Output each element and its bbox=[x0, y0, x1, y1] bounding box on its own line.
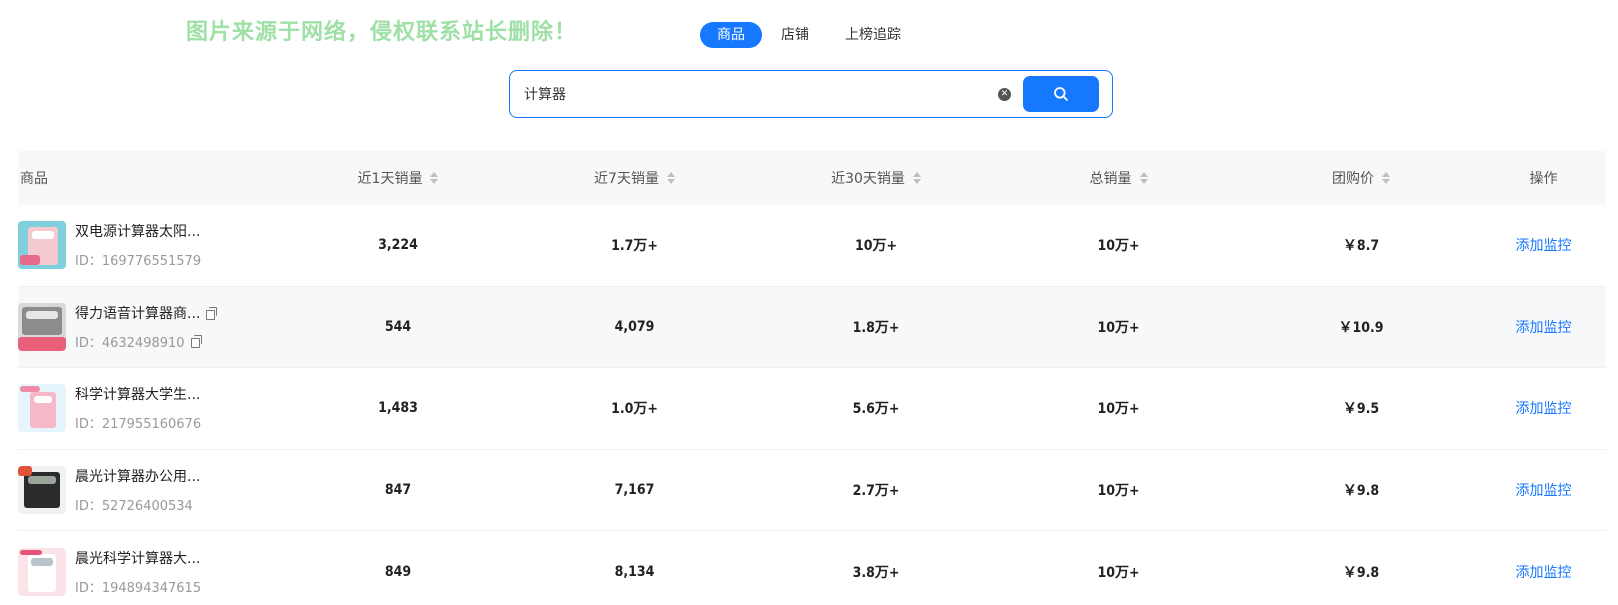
header-total-sales[interactable]: 总销量 bbox=[996, 151, 1241, 205]
product-id: ID：194894347615 bbox=[75, 580, 202, 596]
day1-sales: 1,483 bbox=[378, 400, 418, 417]
header-day7-sales[interactable]: 近7天销量 bbox=[513, 151, 756, 205]
day7-sales: 1.7万+ bbox=[611, 238, 658, 255]
product-thumbnail[interactable] bbox=[18, 384, 66, 433]
sort-icon[interactable] bbox=[912, 171, 921, 185]
product-cell: 晨光科学计算器大... ID：194894347615 bbox=[18, 531, 283, 605]
search-button[interactable] bbox=[1023, 76, 1099, 112]
search-icon bbox=[1054, 87, 1068, 101]
header-operation: 操作 bbox=[1529, 171, 1558, 187]
add-monitor-link[interactable]: 添加监控 bbox=[1516, 317, 1572, 337]
group-price: ￥9.8 bbox=[1342, 482, 1380, 499]
header-day30-sales[interactable]: 近30天销量 bbox=[756, 151, 996, 205]
total-sales: 10万+ bbox=[1097, 238, 1140, 255]
group-price: ￥9.5 bbox=[1342, 401, 1380, 418]
table-row: 双电源计算器太阳... ID：169776551579 3,224 1.7万+ … bbox=[18, 205, 1606, 287]
watermark-text: 图片来源于网络，侵权联系站长删除！ bbox=[186, 20, 578, 45]
product-name[interactable]: 科学计算器大学生... bbox=[75, 384, 201, 404]
product-id: ID：52726400534 bbox=[75, 498, 193, 514]
copy-icon[interactable] bbox=[190, 335, 202, 349]
add-monitor-link[interactable]: 添加监控 bbox=[1516, 235, 1572, 255]
product-id: ID：169776551579 bbox=[75, 254, 202, 270]
product-thumbnail[interactable] bbox=[18, 465, 66, 514]
product-cell: 晨光计算器办公用... ID：52726400534 bbox=[18, 450, 283, 531]
product-id: ID：217955160676 bbox=[75, 417, 202, 433]
day7-sales: 7,167 bbox=[614, 481, 655, 498]
header-product: 商品 bbox=[20, 171, 48, 187]
add-monitor-link[interactable]: 添加监控 bbox=[1516, 480, 1572, 500]
add-monitor-link[interactable]: 添加监控 bbox=[1516, 398, 1572, 418]
close-circle-icon[interactable]: ✕ bbox=[998, 88, 1011, 101]
day30-sales: 1.8万+ bbox=[852, 319, 900, 336]
sort-icon[interactable] bbox=[430, 171, 439, 185]
product-name[interactable]: 得力语音计算器商... bbox=[75, 303, 200, 323]
group-price: ￥9.8 bbox=[1342, 564, 1380, 581]
header-group-price[interactable]: 团购价 bbox=[1241, 151, 1481, 205]
product-name[interactable]: 晨光科学计算器大... bbox=[75, 548, 201, 568]
product-cell: 科学计算器大学生... ID：217955160676 bbox=[18, 368, 283, 449]
sort-icon[interactable] bbox=[666, 171, 675, 185]
total-sales: 10万+ bbox=[1097, 319, 1140, 336]
product-cell: 得力语音计算器商... ID：4632498910 bbox=[18, 287, 283, 368]
product-thumbnail[interactable] bbox=[18, 302, 66, 351]
day1-sales: 847 bbox=[384, 481, 412, 498]
day7-sales: 4,079 bbox=[614, 318, 655, 335]
day1-sales: 849 bbox=[384, 563, 412, 580]
total-sales: 10万+ bbox=[1097, 564, 1140, 581]
day30-sales: 10万+ bbox=[854, 238, 898, 255]
day7-sales: 8,134 bbox=[614, 563, 655, 580]
sort-icon[interactable] bbox=[1382, 171, 1390, 185]
add-monitor-link[interactable]: 添加监控 bbox=[1516, 562, 1572, 582]
search-input[interactable] bbox=[524, 83, 974, 105]
table-row: 科学计算器大学生... ID：217955160676 1,483 1.0万+ … bbox=[18, 368, 1606, 450]
day30-sales: 3.8万+ bbox=[852, 564, 900, 581]
day30-sales: 5.6万+ bbox=[852, 401, 900, 418]
table-row: 晨光科学计算器大... ID：194894347615 849 8,134 3.… bbox=[18, 531, 1606, 605]
group-price: ￥8.7 bbox=[1342, 238, 1380, 255]
page: 图片来源于网络，侵权联系站长删除！ 商品 店铺 上榜追踪 ✕ 商品 近1天销量 … bbox=[0, 0, 1618, 605]
product-table: 商品 近1天销量 近7天销量 近30天销量 总销量 团购价 操作 双电源计算器太… bbox=[18, 151, 1606, 605]
tab-ranking-tracking[interactable]: 上榜追踪 bbox=[828, 22, 918, 48]
total-sales: 10万+ bbox=[1097, 482, 1140, 499]
product-id: ID：4632498910 bbox=[75, 335, 185, 351]
product-cell: 双电源计算器太阳... ID：169776551579 bbox=[18, 205, 283, 286]
table-row: 晨光计算器办公用... ID：52726400534 847 7,167 2.7… bbox=[18, 450, 1606, 531]
tab-shops[interactable]: 店铺 bbox=[764, 22, 826, 48]
category-tabs: 商品 店铺 上榜追踪 bbox=[700, 22, 918, 48]
day30-sales: 2.7万+ bbox=[852, 482, 900, 499]
total-sales: 10万+ bbox=[1097, 401, 1140, 418]
product-thumbnail[interactable] bbox=[18, 221, 66, 270]
day7-sales: 1.0万+ bbox=[611, 401, 658, 418]
table-header: 商品 近1天销量 近7天销量 近30天销量 总销量 团购价 操作 bbox=[18, 151, 1606, 205]
group-price: ￥10.9 bbox=[1338, 319, 1384, 336]
copy-icon[interactable] bbox=[206, 306, 218, 320]
tab-products[interactable]: 商品 bbox=[700, 22, 762, 48]
header-day1-sales[interactable]: 近1天销量 bbox=[283, 151, 513, 205]
sort-icon[interactable] bbox=[1139, 171, 1148, 185]
table-row: 得力语音计算器商... ID：4632498910 544 4,079 1.8万… bbox=[18, 286, 1606, 368]
day1-sales: 3,224 bbox=[378, 237, 418, 254]
product-thumbnail[interactable] bbox=[18, 547, 66, 596]
search-box: ✕ bbox=[509, 70, 1113, 118]
product-name[interactable]: 双电源计算器太阳... bbox=[75, 221, 201, 241]
product-name[interactable]: 晨光计算器办公用... bbox=[75, 466, 200, 486]
day1-sales: 544 bbox=[384, 318, 412, 335]
